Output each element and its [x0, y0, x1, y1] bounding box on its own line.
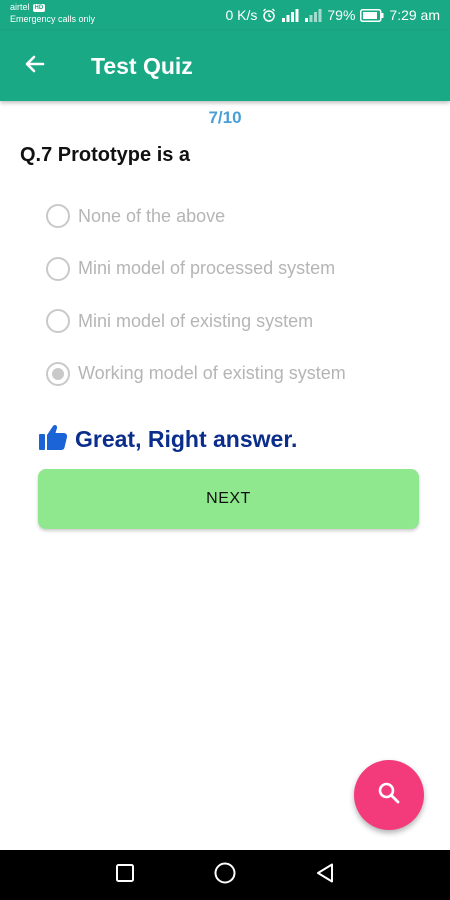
- navigation-bar: [0, 850, 450, 900]
- signal-icon-2: [304, 8, 322, 22]
- home-button[interactable]: [212, 862, 238, 888]
- app-bar: Test Quiz: [0, 31, 450, 101]
- question-text: Q.7 Prototype is a: [20, 144, 191, 166]
- option-label: Mini model of existing system: [78, 310, 314, 331]
- signal-icon: [281, 8, 299, 22]
- option-4[interactable]: Working model of existing system: [46, 348, 346, 401]
- hd-badge: HD: [32, 3, 46, 12]
- arrow-left-icon: [23, 52, 47, 81]
- battery-icon: [360, 8, 384, 22]
- battery-percent: 79%: [327, 7, 356, 23]
- next-button-label: NEXT: [206, 490, 251, 507]
- search-fab[interactable]: [354, 760, 424, 830]
- option-1[interactable]: None of the above: [46, 190, 346, 243]
- radio-button-selected[interactable]: [46, 361, 70, 386]
- nav-back-button[interactable]: [312, 862, 338, 888]
- emergency-text: Emergency calls only: [10, 14, 96, 24]
- feedback-text: Great, Right answer.: [75, 426, 298, 452]
- answer-feedback: Great, Right answer.: [38, 423, 297, 456]
- thumbs-up-icon: [38, 423, 68, 456]
- clock: 7:29 am: [389, 7, 440, 23]
- next-button[interactable]: NEXT: [38, 469, 419, 529]
- status-bar: airtel HD Emergency calls only 0 K/s 79%…: [0, 0, 450, 31]
- radio-button[interactable]: [46, 204, 70, 229]
- network-speed: 0 K/s: [225, 7, 258, 23]
- option-3[interactable]: Mini model of existing system: [46, 295, 346, 348]
- back-icon: [314, 862, 336, 889]
- back-button[interactable]: [20, 51, 50, 81]
- page-title: Test Quiz: [91, 53, 193, 79]
- home-icon: [213, 861, 237, 890]
- answer-options: None of the above Mini model of processe…: [46, 190, 346, 400]
- quiz-progress: 7/10: [208, 108, 242, 127]
- option-label: Mini model of processed system: [78, 258, 336, 279]
- radio-button[interactable]: [46, 309, 70, 334]
- recents-icon: [115, 863, 135, 888]
- carrier-name: airtel: [10, 2, 30, 12]
- carrier-info: airtel HD Emergency calls only: [10, 3, 95, 24]
- option-label: None of the above: [78, 205, 226, 226]
- status-icons: 0 K/s 79% 7:29 am: [225, 7, 440, 23]
- search-icon: [376, 780, 402, 811]
- option-label: Working model of existing system: [78, 363, 346, 384]
- recents-button[interactable]: [112, 862, 138, 888]
- radio-button[interactable]: [46, 256, 70, 281]
- option-2[interactable]: Mini model of processed system: [46, 243, 346, 296]
- alarm-icon: [262, 8, 276, 22]
